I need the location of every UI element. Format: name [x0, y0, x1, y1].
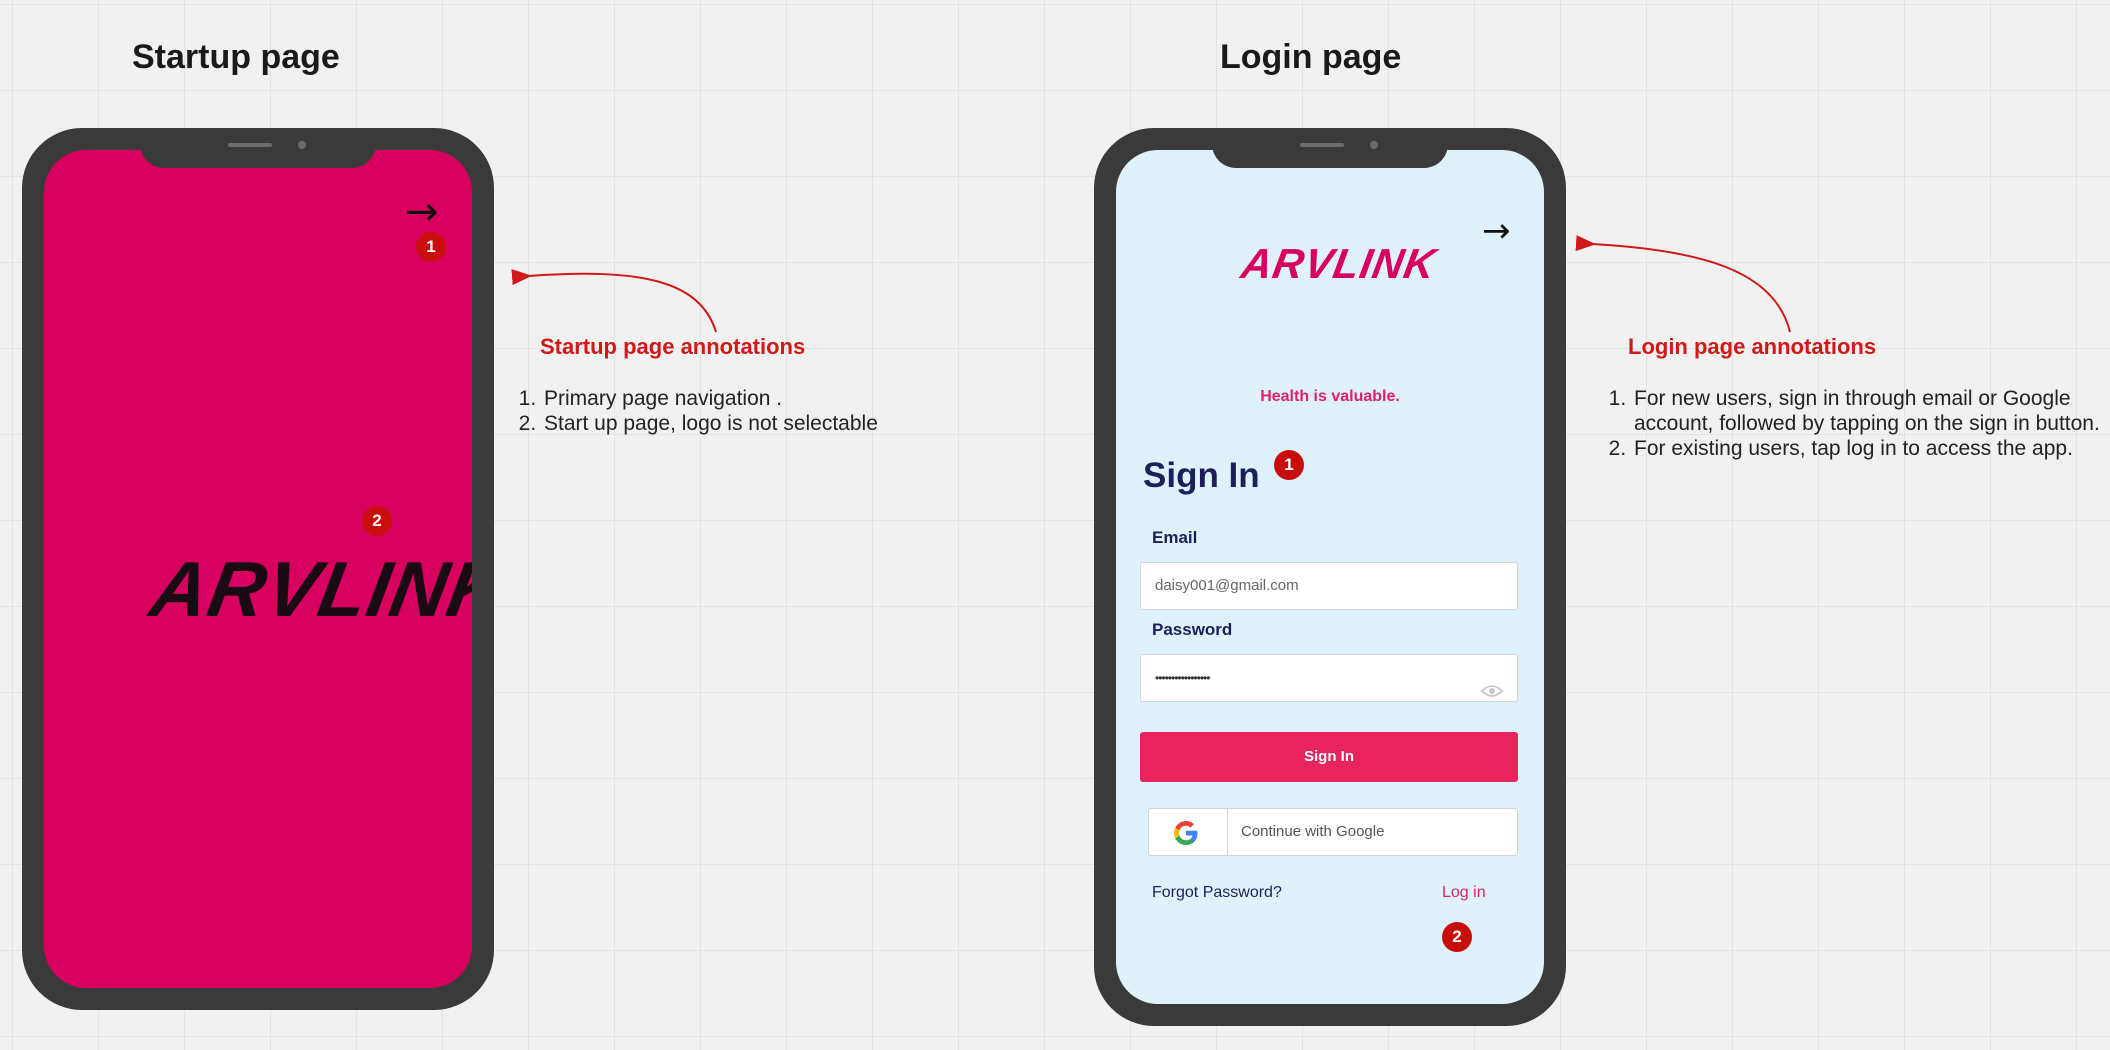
- annotation-connectors: [511, 235, 1791, 333]
- startup-connector-arrow: [511, 269, 717, 333]
- wireframe-canvas: Startup page Login page → 1 2 ARVLINK → …: [0, 0, 2110, 1050]
- login-connector-arrow: [1575, 235, 1791, 333]
